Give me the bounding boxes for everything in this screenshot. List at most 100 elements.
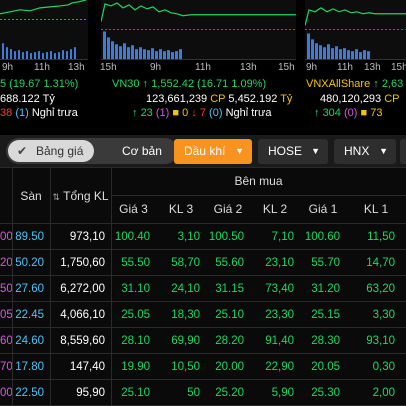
value-unit: Tỷ — [280, 93, 293, 105]
col-bid-vol2-header[interactable]: KL 2 — [250, 195, 300, 223]
more-dropdown[interactable] — [400, 139, 406, 164]
index-value: 5,452.192 — [228, 93, 278, 105]
ceiling-price-cell: 50 — [0, 283, 12, 295]
floor-price-cell: 22.50 — [15, 387, 44, 399]
table-row[interactable]: 20 50.20 1,750,60 55.50 58,70 55.60 23,10 55.70… — [0, 250, 406, 276]
col-total-volume-label: Tổng KL — [63, 189, 109, 203]
index-summary-1[interactable]: 5 (19.67 1.31%) 688.122 Tỷ 38 (1) Nghỉ t… — [0, 77, 98, 121]
ceiling-count: (1) — [155, 107, 170, 119]
vn30-chart[interactable] — [101, 0, 296, 60]
time-label: 15h — [278, 62, 295, 73]
exchange-dropdown-label: HOSE — [268, 144, 303, 158]
index-summary-vnxallshare[interactable]: VNXAllShare ↑ 2,63 480,120,293 CP ↑ 304 … — [306, 77, 406, 121]
down-count: 7 — [199, 107, 206, 119]
sector-dropdown[interactable]: Dầu khí ▼ — [174, 139, 252, 164]
table-row[interactable]: 60 24.60 8,559,60 28.10 69,90 28.20 91,40 28.30… — [0, 328, 406, 354]
vnxallshare-chart[interactable] — [305, 0, 406, 60]
time-label: 11h — [34, 62, 50, 73]
col-bid-price2-header[interactable]: Giá 2 — [206, 195, 250, 223]
bid-price2-cell: 25.10 — [215, 309, 244, 321]
down-arrow-icon: ↓ — [191, 107, 197, 119]
up-arrow-icon: ↑ — [373, 78, 379, 90]
floor-price-cell: 50.20 — [15, 257, 44, 269]
caret-down-icon: ▼ — [311, 146, 320, 156]
bid-vol1-cell: 11,50 — [367, 231, 395, 243]
col-total-volume-header[interactable]: ⇅ Tổng KL — [50, 182, 111, 210]
bid-vol1-cell: 93,10 — [366, 335, 395, 347]
tab-price-board-label: Bảng giá — [36, 144, 84, 158]
bid-price1-cell: 28.30 — [311, 335, 340, 347]
total-volume-cell: 147,40 — [69, 361, 105, 373]
time-label: 15h — [391, 62, 406, 73]
index-chart-1-plot — [0, 0, 88, 59]
bid-vol1-cell: 2,00 — [372, 387, 395, 399]
time-label: 15h — [100, 62, 117, 73]
tab-fundamental[interactable]: Cơ bản — [122, 138, 162, 164]
table-row[interactable]: 70 17.80 147,40 19.90 10,50 20.00 22,90 20.05 0,… — [0, 354, 406, 380]
total-volume-cell: 1,750,60 — [60, 257, 105, 269]
bid-price3-cell: 31.10 — [121, 283, 150, 295]
bid-group-header: Bên mua — [234, 174, 283, 188]
bid-vol2-cell: 23,30 — [265, 309, 294, 321]
bid-price1-cell: 100.60 — [304, 231, 340, 243]
index-price: 1,552.42 — [151, 78, 194, 90]
ceiling-count: (0) — [343, 107, 358, 119]
bid-price1-cell: 31.20 — [311, 283, 340, 295]
index-name: VN30 — [112, 78, 140, 90]
table-row[interactable]: 05 22.45 4,066,10 25.05 18,30 25.10 23,30 25.15… — [0, 302, 406, 328]
floor-price-cell: 89.50 — [15, 231, 44, 243]
bid-vol2-cell: 91,40 — [265, 335, 294, 347]
vn30-chart-plot — [101, 2, 296, 59]
index-chart-1[interactable] — [0, 0, 88, 60]
time-label: 9h — [150, 62, 162, 73]
exchange-dropdown-hnx[interactable]: HNX ▼ — [334, 139, 396, 164]
bid-vol3-cell: 24,10 — [171, 283, 200, 295]
filter-toolbar: ✔ Bảng giá Cơ bản Dầu khí ▼ HOSE ▼ HNX ▼ — [0, 135, 406, 168]
bid-price1-cell: 20.05 — [311, 361, 340, 373]
bid-price3-cell: 100.40 — [114, 231, 150, 243]
up-count: 304 — [322, 107, 341, 119]
total-volume-cell: 95,90 — [76, 387, 105, 399]
ceiling-price-cell: 05 — [0, 309, 12, 321]
col-bid-price3-header[interactable]: Giá 3 — [111, 195, 156, 223]
tab-fundamental-label: Cơ bản — [122, 144, 162, 158]
total-volume-cell: 6,272,00 — [60, 283, 105, 295]
table-row[interactable]: 50 27.60 6,272,00 31.10 24,10 31.15 73,40 31.20… — [0, 276, 406, 302]
bid-price3-cell: 25.05 — [121, 309, 150, 321]
bid-price1-cell: 55.70 — [311, 257, 340, 269]
index-volume: 123,661,239 — [146, 93, 208, 105]
time-label: 11h — [337, 62, 353, 73]
bid-vol3-cell: 10,50 — [171, 361, 200, 373]
floor-count: (0) — [209, 107, 223, 119]
bid-vol2-cell: 22,90 — [265, 361, 294, 373]
index-summary-vn30[interactable]: VN30 ↑ 1,552.42 (16.71 1.09%) 123,661,23… — [112, 77, 302, 121]
col-bid-price1-header[interactable]: Giá 1 — [300, 195, 346, 223]
tab-price-board[interactable]: ✔ Bảng giá — [8, 140, 94, 162]
caret-down-icon: ▼ — [235, 146, 244, 156]
sort-icon: ⇅ — [52, 192, 61, 202]
ref-count: 0 — [182, 107, 189, 119]
index-change: 5 (19.67 1.31%) — [0, 78, 79, 90]
index-value: 688.122 Tỷ — [0, 93, 55, 105]
bid-vol3-cell: 18,30 — [171, 309, 200, 321]
index-price: 2,63 — [381, 78, 404, 90]
floor-price-cell: 17.80 — [15, 361, 44, 373]
view-toggle[interactable]: ✔ Bảng giá Cơ bản — [6, 138, 178, 164]
index-name: VNXAllShare — [306, 78, 371, 90]
col-floor-header[interactable]: Sàn — [12, 182, 50, 210]
col-bid-vol3-header[interactable]: KL 3 — [156, 195, 206, 223]
index-change: (16.71 1.09%) — [197, 78, 267, 90]
bid-price1-cell: 25.30 — [311, 387, 340, 399]
table-row[interactable]: 00 22.50 95,90 25.10 50 25.20 5,90 25.30 2,00 — [0, 380, 406, 406]
sector-dropdown-label: Dầu khí — [184, 144, 226, 158]
bid-price2-cell: 100.50 — [208, 231, 244, 243]
vnxallshare-chart-plot — [305, 7, 406, 59]
check-icon: ✔ — [17, 144, 28, 158]
exchange-dropdown-hose[interactable]: HOSE ▼ — [258, 139, 328, 164]
table-row[interactable]: 00 89.50 973,10 100.40 3,10 100.50 7,10 100.60 1… — [0, 224, 406, 250]
index-volume: 480,120,293 — [320, 93, 382, 105]
col-bid-vol1-header[interactable]: KL 1 — [346, 195, 406, 223]
time-label: 11h — [195, 62, 211, 73]
volume-unit: CP — [384, 93, 400, 105]
floor-price-cell: 27.60 — [15, 283, 44, 295]
